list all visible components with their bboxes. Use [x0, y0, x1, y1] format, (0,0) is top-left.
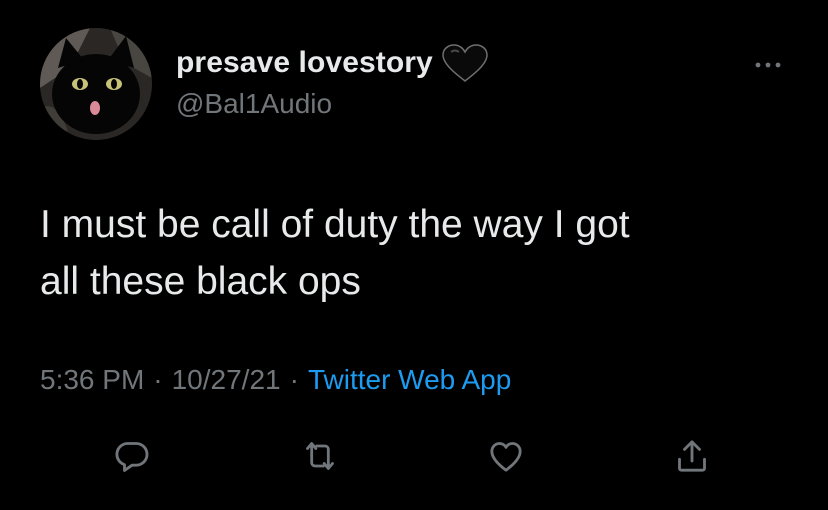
tweet-time[interactable]: 5:36 PM: [40, 364, 144, 396]
avatar[interactable]: [40, 28, 152, 140]
tweet-meta: 5:36 PM · 10/27/21 · Twitter Web App: [40, 364, 511, 396]
share-button[interactable]: [668, 434, 716, 478]
more-options-button[interactable]: [748, 58, 788, 72]
display-name-row[interactable]: presave lovestory: [176, 44, 489, 82]
like-button[interactable]: [482, 434, 530, 478]
black-cat-avatar: [40, 28, 152, 140]
retweet-icon: [306, 442, 334, 470]
tweet-text-line: all these black ops: [40, 260, 361, 303]
tweet-text: I must be call of duty the way I got all…: [40, 196, 800, 310]
tweet-date[interactable]: 10/27/21: [172, 364, 281, 396]
like-icon: [490, 442, 522, 472]
share-icon: [678, 440, 706, 472]
reply-icon: [115, 442, 149, 472]
meta-separator: ·: [289, 364, 299, 395]
tweet-source-link[interactable]: Twitter Web App: [308, 364, 511, 396]
meta-separator: ·: [153, 364, 163, 395]
display-name[interactable]: presave lovestory: [176, 46, 433, 80]
user-handle[interactable]: @Bal1Audio: [176, 88, 332, 120]
black-heart-icon: [441, 44, 489, 82]
retweet-button[interactable]: [296, 434, 344, 478]
reply-button[interactable]: [108, 434, 156, 478]
action-bar: [0, 434, 828, 478]
more-icon: [755, 62, 781, 68]
tweet-text-line: I must be call of duty the way I got: [40, 203, 630, 246]
